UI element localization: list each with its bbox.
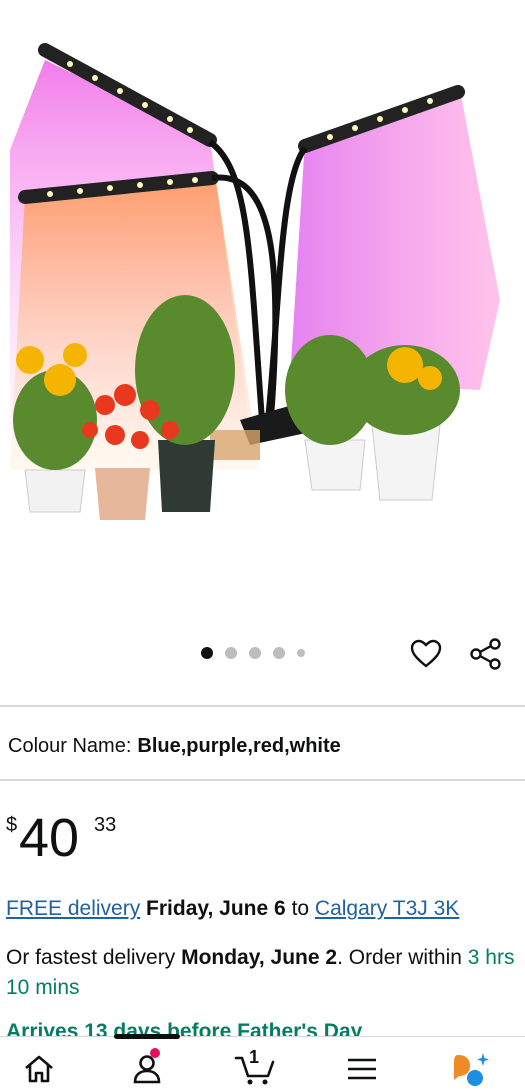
wishlist-button[interactable]: [406, 634, 446, 674]
nav-rufus-ai[interactable]: [446, 1051, 496, 1087]
nav-account[interactable]: [122, 1048, 172, 1087]
nav-menu[interactable]: [337, 1051, 387, 1087]
account-icon: [133, 1055, 161, 1084]
delivery-info: FREE delivery Friday, June 6 to Calgary …: [6, 895, 521, 923]
carousel-dot-5[interactable]: [297, 649, 305, 657]
home-icon: [25, 1055, 53, 1083]
nav-cart[interactable]: 1: [230, 1047, 280, 1087]
location-link[interactable]: Calgary T3J 3K: [315, 897, 459, 920]
rufus-ai-icon: [454, 1053, 489, 1086]
delivery-date: Friday, June 6: [146, 897, 286, 920]
fastest-prefix: Or fastest delivery: [6, 946, 176, 969]
carousel-dot-2[interactable]: [225, 647, 237, 659]
share-button[interactable]: [466, 634, 506, 674]
nav-home[interactable]: [14, 1051, 64, 1087]
colour-label: Colour Name:: [8, 735, 132, 757]
fastest-delivery-info: Or fastest delivery Monday, June 2. Orde…: [6, 943, 518, 1003]
heart-icon: [410, 639, 442, 668]
bottom-nav: 1: [0, 1036, 525, 1091]
image-carousel-controls: [0, 630, 525, 676]
divider: [0, 705, 525, 707]
price-fraction: 33: [94, 814, 117, 836]
carousel-dot-1[interactable]: [201, 647, 213, 659]
share-icon: [470, 638, 501, 670]
active-tab-indicator: [114, 1034, 180, 1039]
notification-badge: [150, 1048, 160, 1058]
price-whole: 40: [19, 808, 80, 868]
divider: [0, 779, 525, 781]
price-currency: $: [6, 814, 18, 836]
product-image[interactable]: [0, 0, 525, 630]
colour-value: Blue,purple,red,white: [137, 735, 341, 757]
menu-icon: [348, 1058, 376, 1080]
fastest-order-within: . Order within: [337, 946, 462, 969]
carousel-dots: [201, 647, 305, 659]
colour-selector[interactable]: Colour Name: Blue,purple,red,white: [8, 733, 341, 759]
delivery-to-text: to: [291, 897, 310, 920]
carousel-dot-4[interactable]: [273, 647, 285, 659]
free-delivery-link[interactable]: FREE delivery: [6, 897, 140, 920]
cart-count: 1: [249, 1047, 260, 1067]
fastest-date: Monday, June 2: [181, 946, 338, 969]
carousel-dot-3[interactable]: [249, 647, 261, 659]
